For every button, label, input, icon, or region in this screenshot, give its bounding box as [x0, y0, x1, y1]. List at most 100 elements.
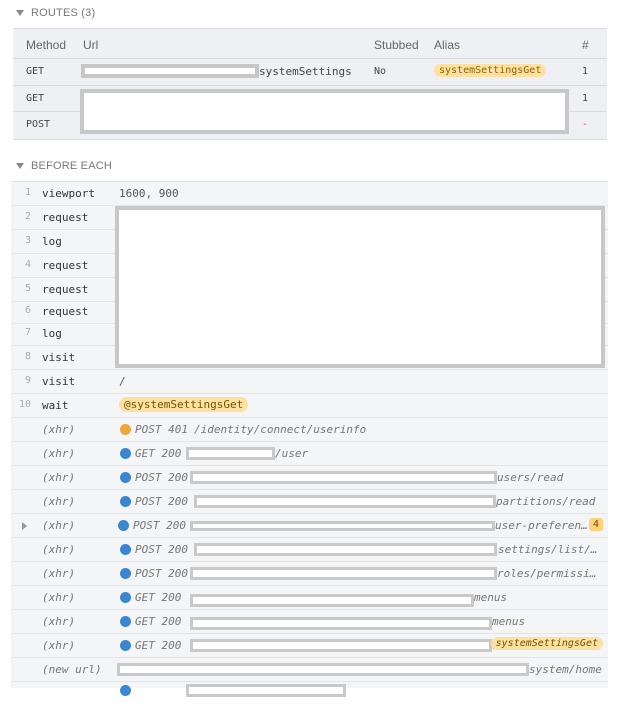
status-dot-icon: [120, 568, 131, 579]
xhr-label: (xhr): [42, 471, 76, 484]
command-row[interactable]: 10 wait @systemSettingsGet: [11, 394, 608, 418]
collapse-caret-icon: [16, 163, 24, 169]
xhr-label: (xhr): [42, 615, 76, 628]
routes-section-header[interactable]: ROUTES (3): [0, 5, 619, 25]
redacted-path: [190, 567, 497, 580]
command-name: log: [42, 327, 62, 340]
command-number: 7: [24, 327, 31, 338]
command-number: 8: [24, 351, 31, 362]
xhr-row[interactable]: (xhr) POST 200 partitions/read: [11, 490, 608, 514]
redacted-url: [81, 64, 259, 78]
xhr-status: POST 200: [135, 567, 188, 580]
xhr-row[interactable]: (xhr) POST 401 /identity/connect/userinf…: [11, 418, 608, 442]
expand-chevron-icon[interactable]: [22, 522, 27, 530]
wait-alias-badge: @systemSettingsGet: [119, 397, 249, 412]
new-url-path: system/home: [529, 663, 602, 676]
status-dot-icon: [118, 520, 129, 531]
command-row[interactable]: 9 visit /: [11, 370, 608, 394]
xhr-label: (xhr): [42, 447, 76, 460]
route-method: GET: [26, 66, 45, 77]
xhr-row[interactable]: (xhr) GET 200 /user: [11, 442, 608, 466]
alias-column-header: Alias: [434, 38, 461, 52]
xhr-status: POST 401: [135, 423, 188, 436]
redacted-path: [190, 521, 495, 531]
status-dot-icon: [120, 616, 131, 627]
redacted-path: [186, 684, 346, 697]
before-each-section-header[interactable]: BEFORE EACH: [0, 158, 619, 178]
xhr-status: POST 200: [135, 495, 188, 508]
command-name: visit: [42, 375, 76, 388]
command-message: 1600, 900: [119, 187, 179, 200]
redacted-path: [190, 594, 474, 607]
xhr-row[interactable]: (xhr) POST 200 roles/permissi…: [11, 562, 608, 586]
redacted-url-block: [80, 89, 569, 134]
command-row[interactable]: 1 viewport 1600, 900: [11, 182, 608, 206]
command-number: 6: [24, 305, 31, 316]
xhr-path: user-preferen…: [495, 519, 588, 532]
route-count: 1: [582, 93, 589, 104]
xhr-row[interactable]: (xhr) POST 200 users/read: [11, 466, 608, 490]
collapse-caret-icon: [16, 10, 24, 16]
redacted-command-messages: [115, 206, 605, 368]
xhr-label: (xhr): [42, 423, 76, 436]
xhr-label: (xhr): [42, 591, 76, 604]
xhr-label: (xhr): [42, 639, 76, 652]
route-alias-badge: systemSettingsGet: [434, 64, 547, 77]
command-name: visit: [42, 351, 76, 364]
command-number: 1: [24, 187, 31, 198]
redacted-url: [117, 663, 529, 676]
command-name: request: [42, 259, 89, 272]
status-dot-icon: [120, 424, 131, 435]
xhr-row[interactable]: (xhr) GET 200 menus: [11, 586, 608, 610]
status-dot-icon: [120, 496, 131, 507]
xhr-row[interactable]: (xhr) POST 200 settings/list/…: [11, 538, 608, 562]
xhr-status: POST 200: [135, 543, 188, 556]
xhr-path: menus: [474, 591, 508, 604]
xhr-status: POST 200: [135, 471, 188, 484]
command-name: request: [42, 211, 89, 224]
xhr-status: GET 200: [135, 615, 182, 628]
xhr-label: (xhr): [42, 543, 76, 556]
url-column-header: Url: [83, 38, 99, 52]
route-row[interactable]: GET systemSettings No systemSettingsGet …: [13, 59, 607, 85]
count-column-header: #: [582, 38, 589, 52]
before-each-title: BEFORE EACH: [31, 160, 113, 172]
status-dot-icon: [120, 592, 131, 603]
route-method: POST: [26, 119, 51, 130]
xhr-path: menus: [492, 615, 526, 628]
route-count: 1: [582, 66, 589, 77]
status-dot-icon: [120, 472, 131, 483]
route-method: GET: [26, 93, 45, 104]
xhr-status: GET 200: [135, 447, 182, 460]
command-message: /: [119, 375, 126, 388]
command-number: 9: [24, 375, 31, 386]
xhr-path: /identity/connect/userinfo: [194, 423, 367, 436]
route-count: -: [582, 119, 589, 130]
new-url-row[interactable]: (new url) system/home: [11, 658, 608, 682]
redacted-path: [190, 471, 497, 484]
route-stubbed: No: [374, 66, 387, 77]
command-name: log: [42, 235, 62, 248]
xhr-label: (xhr): [42, 567, 76, 580]
command-name: wait: [42, 399, 69, 412]
route-url-tail: systemSettings: [259, 65, 352, 78]
status-dot-icon: [120, 544, 131, 555]
xhr-path: settings/list/…: [498, 543, 598, 556]
count-badge: 4: [588, 518, 603, 531]
routes-header-row: Method Url Stubbed Alias #: [13, 29, 607, 59]
status-dot-icon: [120, 640, 131, 651]
redacted-path: [190, 639, 492, 652]
xhr-row[interactable]: (xhr) GET 200 s… systemSettingsGet: [11, 634, 608, 658]
xhr-path: roles/permissi…: [497, 567, 597, 580]
xhr-status: GET 200: [135, 591, 182, 604]
redacted-path: [194, 543, 497, 556]
command-number: 3: [24, 235, 31, 246]
xhr-path: partitions/read: [496, 495, 596, 508]
xhr-status: GET 200: [135, 639, 182, 652]
xhr-row[interactable]: (xhr) POST 200 user-preferen… 4: [11, 514, 608, 538]
redacted-path: [190, 617, 492, 630]
command-number: 5: [24, 283, 31, 294]
xhr-row[interactable]: (xhr) GET 200 menus: [11, 610, 608, 634]
xhr-row-partial: [11, 682, 608, 705]
redacted-path: [186, 447, 275, 460]
